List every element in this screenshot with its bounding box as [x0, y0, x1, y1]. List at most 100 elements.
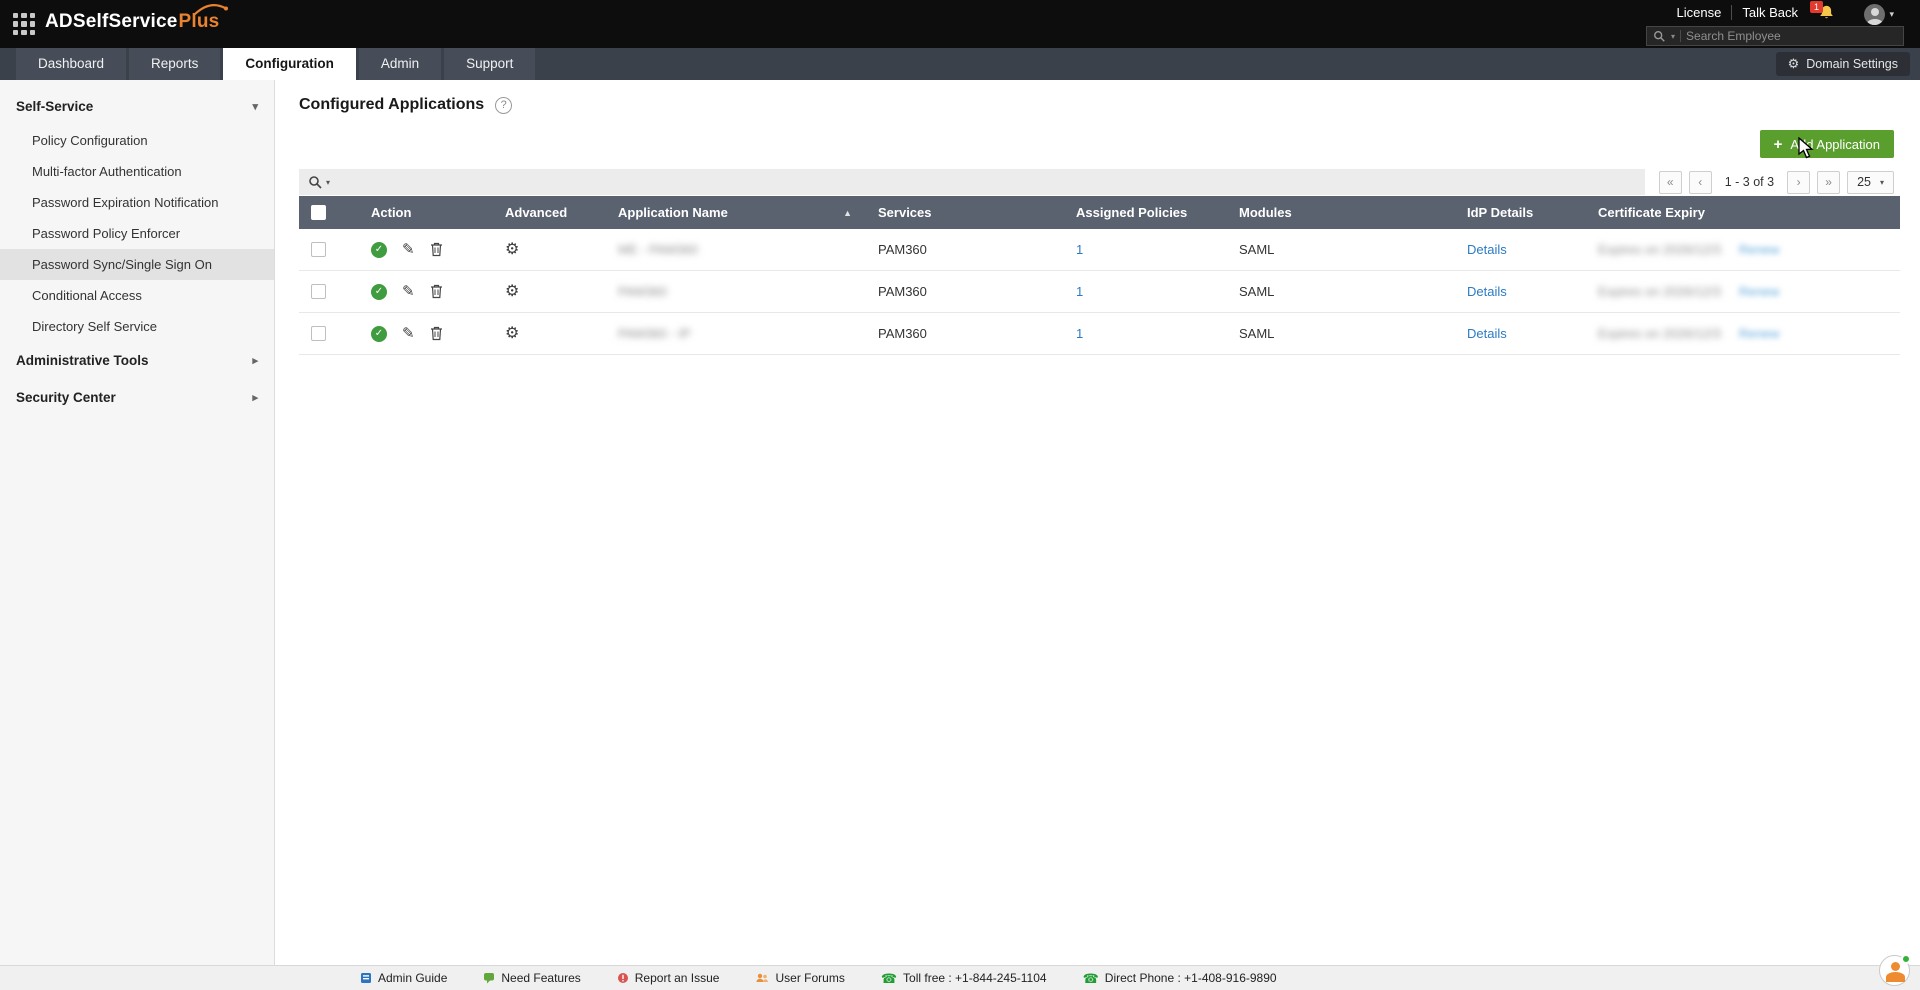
services-value: PAM360 — [866, 326, 1064, 341]
row-checkbox[interactable] — [311, 284, 326, 299]
topbar-links: License Talk Back — [1667, 5, 1808, 20]
idp-details-link[interactable]: Details — [1467, 326, 1507, 341]
people-icon — [755, 972, 769, 984]
sort-ascending-icon[interactable]: ▲ — [843, 208, 852, 218]
row-checkbox[interactable] — [311, 242, 326, 257]
feature-bubble-icon — [483, 972, 495, 984]
tab-dashboard[interactable]: Dashboard — [16, 48, 126, 80]
edit-icon[interactable]: ✎ — [402, 284, 415, 299]
first-page-button[interactable]: « — [1659, 171, 1682, 194]
table-row: ✓ ✎ ⚙ ME - PAM360 PAM360 1 SAML Details … — [299, 229, 1900, 271]
sidebar-item-policy-configuration[interactable]: Policy Configuration — [0, 125, 274, 156]
delete-icon[interactable] — [430, 326, 443, 341]
edit-icon[interactable]: ✎ — [402, 242, 415, 257]
domain-settings-button[interactable]: ⚙ Domain Settings — [1776, 52, 1910, 76]
footer-link-label: Admin Guide — [378, 971, 447, 985]
need-features-link[interactable]: Need Features — [483, 971, 580, 985]
app-launcher-icon[interactable] — [13, 13, 35, 35]
tab-reports[interactable]: Reports — [129, 48, 220, 80]
footer-link-label: Report an Issue — [635, 971, 720, 985]
delete-icon[interactable] — [430, 284, 443, 299]
renew-link[interactable]: Renew — [1739, 242, 1779, 257]
header-assigned-policies[interactable]: Assigned Policies — [1064, 205, 1227, 220]
brand-logo: ADSelfService Plus — [45, 11, 219, 33]
search-input[interactable] — [1686, 29, 1897, 43]
header-services[interactable]: Services — [866, 205, 1064, 220]
header-advanced[interactable]: Advanced — [493, 205, 606, 220]
renew-link[interactable]: Renew — [1739, 326, 1779, 341]
header-action[interactable]: Action — [359, 205, 493, 220]
tab-configuration[interactable]: Configuration — [223, 48, 355, 80]
certificate-expiry-value: Expires on 2026/12/3 — [1598, 326, 1721, 341]
brand-swoosh-icon — [193, 3, 229, 17]
search-caret-icon[interactable]: ▾ — [326, 178, 330, 187]
user-forums-link[interactable]: User Forums — [755, 971, 844, 985]
application-name: PAM360 - IP — [618, 326, 691, 341]
tab-support[interactable]: Support — [444, 48, 535, 80]
pagination: « ‹ 1 - 3 of 3 › » 25 ▾ — [1659, 171, 1894, 194]
last-page-button[interactable]: » — [1817, 171, 1840, 194]
brand-name: ADSelfService — [45, 11, 178, 33]
previous-page-button[interactable]: ‹ — [1689, 171, 1712, 194]
page-title: Configured Applications — [299, 96, 484, 114]
direct-phone-number: Direct Phone : +1-408-916-9890 — [1105, 971, 1277, 985]
enable-icon[interactable]: ✓ — [371, 242, 387, 258]
header-label: Application Name — [618, 205, 728, 220]
support-chat-button[interactable] — [1879, 955, 1910, 986]
search-icon[interactable] — [308, 175, 323, 190]
notifications-button[interactable]: 1 — [1818, 4, 1842, 22]
license-link[interactable]: License — [1667, 5, 1733, 20]
sidebar-item-multi-factor-authentication[interactable]: Multi-factor Authentication — [0, 156, 274, 187]
sidebar-item-password-expiration-notification[interactable]: Password Expiration Notification — [0, 187, 274, 218]
help-icon[interactable]: ? — [495, 97, 512, 114]
select-all-checkbox[interactable] — [311, 205, 326, 220]
modules-value: SAML — [1227, 242, 1455, 257]
section-label: Security Center — [16, 390, 116, 405]
chevron-right-icon: ▸ — [252, 354, 258, 367]
delete-icon[interactable] — [430, 242, 443, 257]
sidebar-section-security-center[interactable]: Security Center ▸ — [0, 379, 274, 416]
assigned-policies-link[interactable]: 1 — [1076, 242, 1083, 257]
admin-guide-link[interactable]: Admin Guide — [360, 971, 447, 985]
page: ADSelfService Plus License Talk Back 1 ▾ — [0, 0, 1920, 990]
tab-admin[interactable]: Admin — [359, 48, 441, 80]
enable-icon[interactable]: ✓ — [371, 284, 387, 300]
sidebar-item-conditional-access[interactable]: Conditional Access — [0, 280, 274, 311]
header-idp-details[interactable]: IdP Details — [1455, 205, 1586, 220]
next-page-button[interactable]: › — [1787, 171, 1810, 194]
edit-icon[interactable]: ✎ — [402, 326, 415, 341]
sidebar-item-directory-self-service[interactable]: Directory Self Service — [0, 311, 274, 342]
search-scope-caret-icon[interactable]: ▾ — [1671, 32, 1675, 41]
user-menu[interactable]: ▾ — [1864, 4, 1894, 25]
advanced-settings-icon[interactable]: ⚙ — [505, 284, 519, 300]
report-an-issue-link[interactable]: Report an Issue — [617, 971, 720, 985]
issue-icon — [617, 972, 629, 984]
toll-free-number: Toll free : +1-844-245-1104 — [903, 971, 1047, 985]
header-modules[interactable]: Modules — [1227, 205, 1455, 220]
idp-details-link[interactable]: Details — [1467, 242, 1507, 257]
plus-icon: + — [1774, 137, 1783, 152]
header-application-name[interactable]: Application Name ▲ — [606, 205, 866, 220]
add-application-button[interactable]: + Add Application — [1760, 130, 1894, 158]
row-checkbox[interactable] — [311, 326, 326, 341]
advanced-settings-icon[interactable]: ⚙ — [505, 326, 519, 342]
search-icon[interactable] — [1653, 30, 1666, 43]
renew-link[interactable]: Renew — [1739, 284, 1779, 299]
page-size-dropdown[interactable]: 25 ▾ — [1847, 171, 1894, 194]
sidebar-section-administrative-tools[interactable]: Administrative Tools ▸ — [0, 342, 274, 379]
assigned-policies-link[interactable]: 1 — [1076, 284, 1083, 299]
sidebar-item-password-policy-enforcer[interactable]: Password Policy Enforcer — [0, 218, 274, 249]
enable-icon[interactable]: ✓ — [371, 326, 387, 342]
main-content: Configured Applications ? + Add Applicat… — [275, 80, 1920, 965]
assigned-policies-link[interactable]: 1 — [1076, 326, 1083, 341]
talkback-link[interactable]: Talk Back — [1732, 5, 1808, 20]
sidebar-item-password-sync-single-sign-on[interactable]: Password Sync/Single Sign On — [0, 249, 274, 280]
sidebar-section-self-service[interactable]: Self-Service ▾ — [0, 88, 274, 125]
header-certificate-expiry[interactable]: Certificate Expiry — [1586, 205, 1900, 220]
table-row: ✓ ✎ ⚙ PAM360 PAM360 1 SAML Details Expir… — [299, 271, 1900, 313]
page-title-row: Configured Applications ? — [299, 96, 512, 114]
chevron-down-icon: ▾ — [252, 100, 258, 113]
section-label: Administrative Tools — [16, 353, 149, 368]
idp-details-link[interactable]: Details — [1467, 284, 1507, 299]
advanced-settings-icon[interactable]: ⚙ — [505, 242, 519, 258]
